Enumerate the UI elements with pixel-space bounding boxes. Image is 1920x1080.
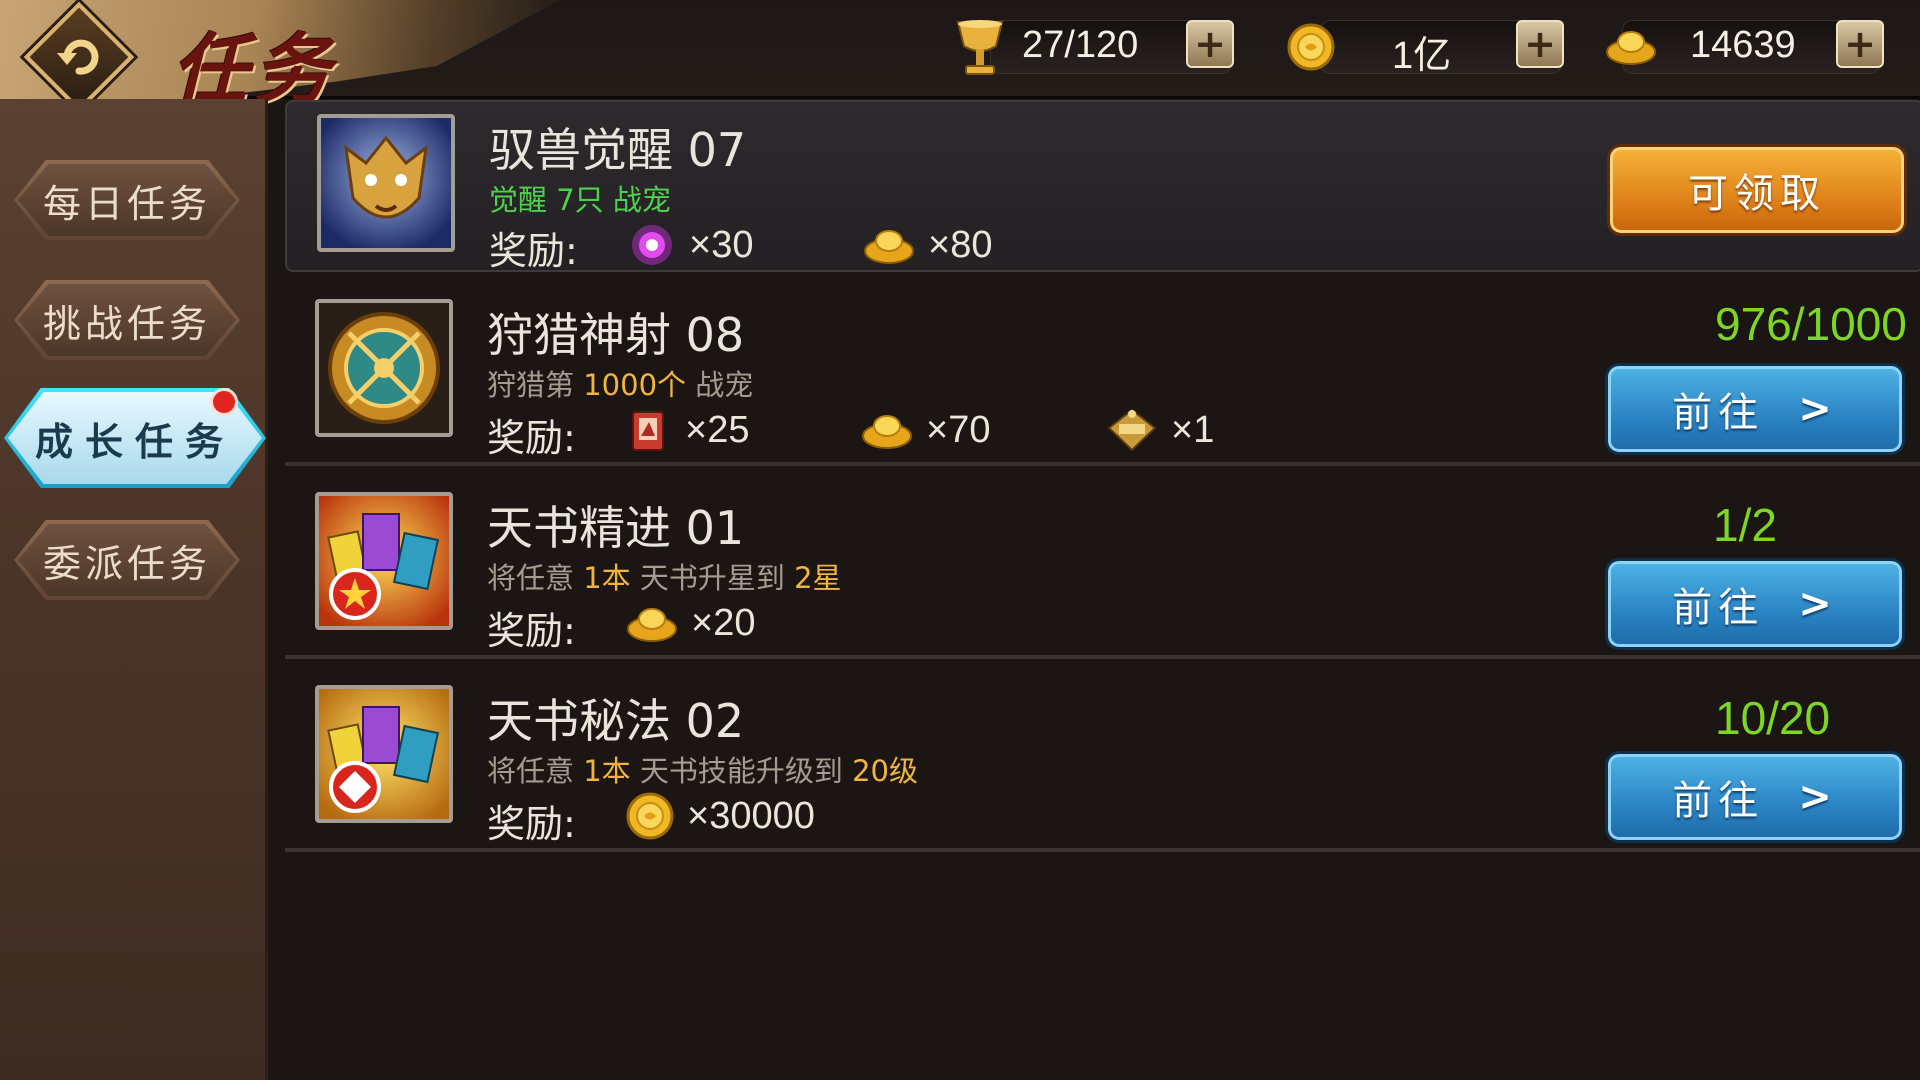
gold-coin-icon: [1286, 22, 1336, 76]
task-description: 将任意 1本 天书升星到 2星: [487, 561, 842, 595]
task-progress: 1/2: [1713, 499, 1777, 551]
task-row: 狩猎神射 08 狩猎第 1000个 战宠 奖励: ×25 ×70 ×1 976/…: [285, 287, 1920, 466]
button-label: 前往: [1672, 778, 1765, 824]
task-description: 狩猎第 1000个 战宠: [487, 368, 754, 402]
go-button[interactable]: 前往 >: [1605, 558, 1905, 650]
reward-item: ×80: [862, 220, 992, 270]
notification-badge: [210, 388, 238, 416]
scroll-card-icon: [632, 411, 664, 451]
tab-label: 每日任务: [42, 181, 211, 226]
task-progress: 976/1000: [1715, 298, 1907, 350]
task-row: 驭兽觉醒 07 觉醒 7只 战宠 奖励: ×30 ×80 可领取: [285, 100, 1920, 273]
task-row: 天书秘法 02 将任意 1本 天书技能升级到 20级 奖励: ×30000 10…: [285, 673, 1920, 852]
reward-item: ×25: [625, 405, 749, 455]
heavenly-book-star-icon: [315, 492, 453, 630]
reward-label: 奖励:: [489, 229, 578, 273]
title-badge-icon: [1107, 408, 1157, 452]
stamina-cup-icon: [952, 16, 1008, 80]
button-label: 前往: [1672, 585, 1765, 631]
tab-label: 委派任务: [42, 541, 211, 586]
reward-quantity: ×30: [689, 223, 754, 266]
reward-label: 奖励:: [487, 609, 576, 653]
reward-quantity: ×70: [926, 408, 991, 451]
task-row: 天书精进 01 将任意 1本 天书升星到 2星 奖励: ×20 1/2 前往 >: [285, 480, 1920, 659]
chevron-right-icon: >: [1798, 774, 1838, 820]
task-description: 觉醒 7只 战宠: [489, 183, 671, 217]
chevron-right-icon: >: [1798, 386, 1838, 432]
reward-item: ×30: [627, 220, 753, 270]
tab-label: 成长任务: [34, 419, 235, 464]
tab-label: 挑战任务: [42, 301, 211, 346]
task-description: 将任意 1本 天书技能升级到 20级: [487, 754, 919, 788]
gold-ingot-icon: [627, 608, 677, 642]
hunting-compass-icon: [315, 299, 453, 437]
reward-item: ×1: [1105, 405, 1214, 455]
ingot-value: 14639: [1690, 24, 1796, 66]
reward-quantity: ×1: [1171, 408, 1215, 451]
coin-value: 1亿: [1392, 35, 1452, 77]
reward-item: ×70: [860, 405, 990, 455]
heavenly-book-skill-icon: [315, 685, 453, 823]
reward-quantity: ×20: [691, 601, 756, 644]
purple-orb-icon: [632, 225, 672, 265]
task-name: 狩猎神射 08: [487, 308, 745, 362]
tab-challenge-tasks[interactable]: 挑战任务: [14, 280, 240, 360]
task-name: 天书精进 01: [487, 501, 745, 555]
gold-ingot-icon: [864, 230, 914, 264]
task-name: 天书秘法 02: [487, 694, 745, 748]
reward-quantity: ×80: [928, 223, 993, 266]
gold-ingot-icon: [1604, 26, 1658, 70]
reward-item: ×30000: [625, 791, 815, 841]
reward-quantity: ×25: [685, 408, 750, 451]
reward-label: 奖励:: [487, 802, 576, 846]
task-name: 驭兽觉醒 07: [489, 123, 747, 177]
reward-quantity: ×30000: [687, 794, 815, 837]
beast-awakening-icon: [317, 114, 455, 252]
task-progress: 10/20: [1715, 692, 1831, 744]
tab-assigned-tasks[interactable]: 委派任务: [14, 520, 240, 600]
button-label: 前往: [1672, 390, 1765, 436]
claim-reward-button[interactable]: 可领取: [1607, 144, 1907, 236]
gold-coin-icon: [626, 792, 674, 840]
stamina-plus-button[interactable]: +: [1186, 20, 1234, 68]
coin-plus-button[interactable]: +: [1516, 20, 1564, 68]
stamina-value: 27/120: [1022, 24, 1139, 66]
reward-item: ×20: [625, 598, 755, 648]
back-arrow-icon[interactable]: [40, 18, 118, 96]
ingot-plus-button[interactable]: +: [1836, 20, 1884, 68]
chevron-right-icon: >: [1798, 581, 1838, 627]
go-button[interactable]: 前往 >: [1605, 751, 1905, 843]
go-button[interactable]: 前往 >: [1605, 363, 1905, 455]
gold-ingot-icon: [862, 415, 912, 449]
tab-daily-tasks[interactable]: 每日任务: [14, 160, 240, 240]
reward-label: 奖励:: [487, 416, 576, 460]
